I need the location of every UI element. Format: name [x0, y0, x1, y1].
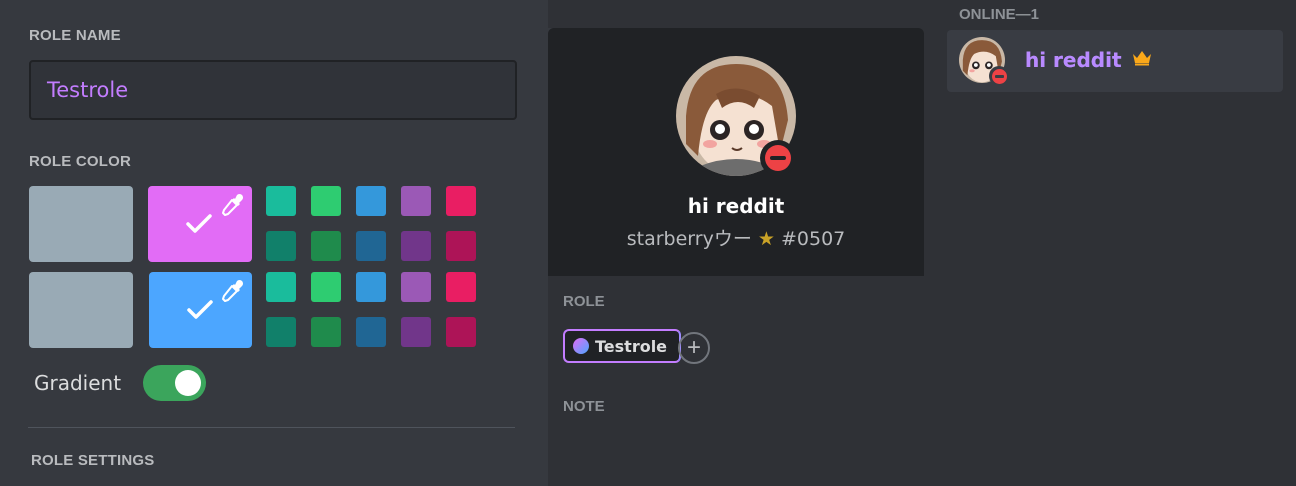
role-pill-label: Testrole — [595, 336, 668, 356]
app-window: ROLE NAME Testrole ROLE COLOR Gradient R… — [0, 0, 1296, 486]
role-name-label: ROLE NAME — [29, 27, 121, 44]
role-name-input[interactable]: Testrole — [29, 60, 517, 120]
default-color-swatch[interactable] — [29, 186, 133, 262]
dnd-status-icon — [760, 140, 796, 176]
role-pill[interactable]: Testrole — [563, 329, 682, 363]
color-swatch-green[interactable] — [311, 272, 341, 302]
profile-display-name: hi reddit — [687, 194, 785, 218]
toggle-knob — [175, 370, 201, 396]
divider — [28, 427, 515, 428]
color-swatch-dark-pink[interactable] — [446, 231, 476, 261]
color-swatch-purple[interactable] — [401, 272, 431, 302]
color-swatch-blue[interactable] — [356, 272, 386, 302]
color-swatch-dark-blue[interactable] — [356, 317, 386, 347]
role-editor-panel: ROLE NAME Testrole ROLE COLOR Gradient R… — [0, 0, 548, 486]
eyedropper-icon[interactable] — [220, 279, 244, 303]
color-swatch-dark-teal[interactable] — [266, 231, 296, 261]
role-section-label: ROLE — [563, 293, 605, 310]
color-swatch-teal[interactable] — [266, 186, 296, 216]
color-swatch-dark-pink[interactable] — [446, 317, 476, 347]
star-icon: ★ — [757, 228, 775, 250]
color-swatch-green[interactable] — [311, 186, 341, 216]
dnd-status-icon — [989, 66, 1009, 86]
profile-popout: hi reddit starberryウー ★ #0507 ROLE Testr… — [548, 28, 924, 486]
color-swatch-dark-teal[interactable] — [266, 317, 296, 347]
note-section-label: NOTE — [563, 398, 605, 415]
default-color-swatch-secondary[interactable] — [29, 272, 133, 348]
color-swatch-dark-green[interactable] — [311, 317, 341, 347]
color-swatch-purple[interactable] — [401, 186, 431, 216]
member-list: ONLINE—1 hi reddit — [936, 0, 1296, 486]
member-name: hi reddit — [1025, 48, 1122, 72]
gradient-toggle[interactable] — [143, 365, 206, 401]
online-group-header: ONLINE—1 — [959, 6, 1040, 23]
custom-color-secondary-swatch[interactable] — [149, 272, 252, 348]
color-swatch-dark-blue[interactable] — [356, 231, 386, 261]
role-settings-label: ROLE SETTINGS — [31, 452, 155, 469]
profile-username: starberryウー — [626, 228, 752, 250]
checkmark-icon — [186, 214, 212, 233]
add-role-button[interactable]: + — [678, 332, 710, 364]
profile-popout-header: hi reddit starberryウー ★ #0507 — [548, 28, 924, 276]
profile-tag: starberryウー ★ #0507 — [548, 224, 924, 251]
color-swatch-dark-purple[interactable] — [401, 317, 431, 347]
color-swatch-pink[interactable] — [446, 186, 476, 216]
profile-discriminator: #0507 — [780, 228, 846, 250]
color-swatch-dark-purple[interactable] — [401, 231, 431, 261]
crown-icon — [1133, 51, 1151, 66]
checkmark-icon — [187, 300, 213, 319]
color-swatch-dark-green[interactable] — [311, 231, 341, 261]
color-swatch-blue[interactable] — [356, 186, 386, 216]
chat-background — [548, 0, 918, 28]
role-name-value: Testrole — [47, 78, 129, 102]
role-color-dot[interactable] — [573, 338, 589, 354]
role-color-label: ROLE COLOR — [29, 153, 131, 170]
gradient-label: Gradient — [34, 371, 122, 395]
custom-color-primary-swatch[interactable] — [148, 186, 252, 262]
color-swatch-pink[interactable] — [446, 272, 476, 302]
member-list-item[interactable]: hi reddit — [947, 30, 1283, 92]
color-swatch-teal[interactable] — [266, 272, 296, 302]
eyedropper-icon[interactable] — [220, 193, 244, 217]
